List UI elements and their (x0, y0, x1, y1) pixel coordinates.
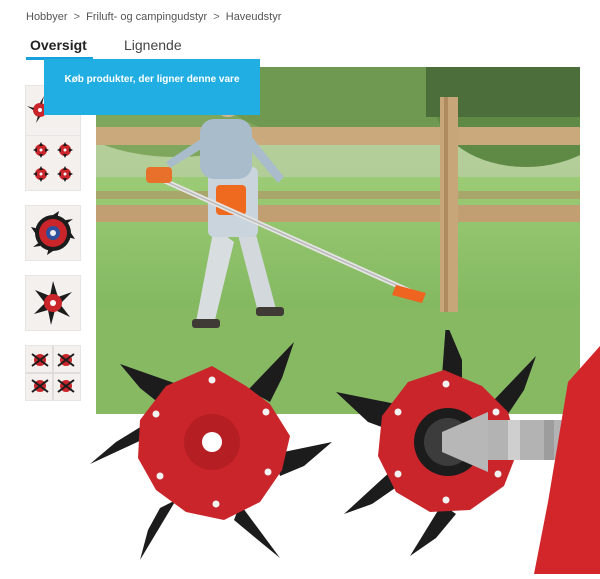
tooltip-text: Køb produkter, der ligner denne vare (64, 74, 240, 85)
tab-lignende[interactable]: Lignende (124, 37, 182, 53)
blade-closeup-image (0, 322, 600, 574)
breadcrumb-separator: > (213, 11, 220, 23)
red-star-blade-icon (26, 276, 80, 330)
thumbnail-4[interactable] (26, 276, 80, 330)
thumbnail-2[interactable] (26, 136, 80, 190)
breadcrumb: Hobbyer > Friluft- og campingudstyr > Ha… (26, 11, 281, 23)
tab-lignende-label: Lignende (124, 37, 182, 53)
breadcrumb-item-haveudstyr[interactable]: Haveudstyr (226, 11, 282, 23)
similar-products-tooltip[interactable]: Køb produkter, der ligner denne vare (44, 59, 260, 115)
blade-variants-grid-icon (26, 136, 80, 190)
blade-right (336, 322, 600, 574)
tab-oversigt[interactable]: Oversigt (26, 37, 93, 60)
red-blade-round-icon (26, 206, 80, 260)
thumbnail-3[interactable] (26, 206, 80, 260)
breadcrumb-item-friluft-camping[interactable]: Friluft- og campingudstyr (86, 11, 207, 23)
breadcrumb-item-hobbyer[interactable]: Hobbyer (26, 11, 68, 23)
blade-left (90, 342, 332, 560)
trimmer-blade-closeup (90, 322, 600, 574)
tab-oversigt-label: Oversigt (30, 37, 87, 53)
breadcrumb-separator: > (73, 11, 81, 23)
